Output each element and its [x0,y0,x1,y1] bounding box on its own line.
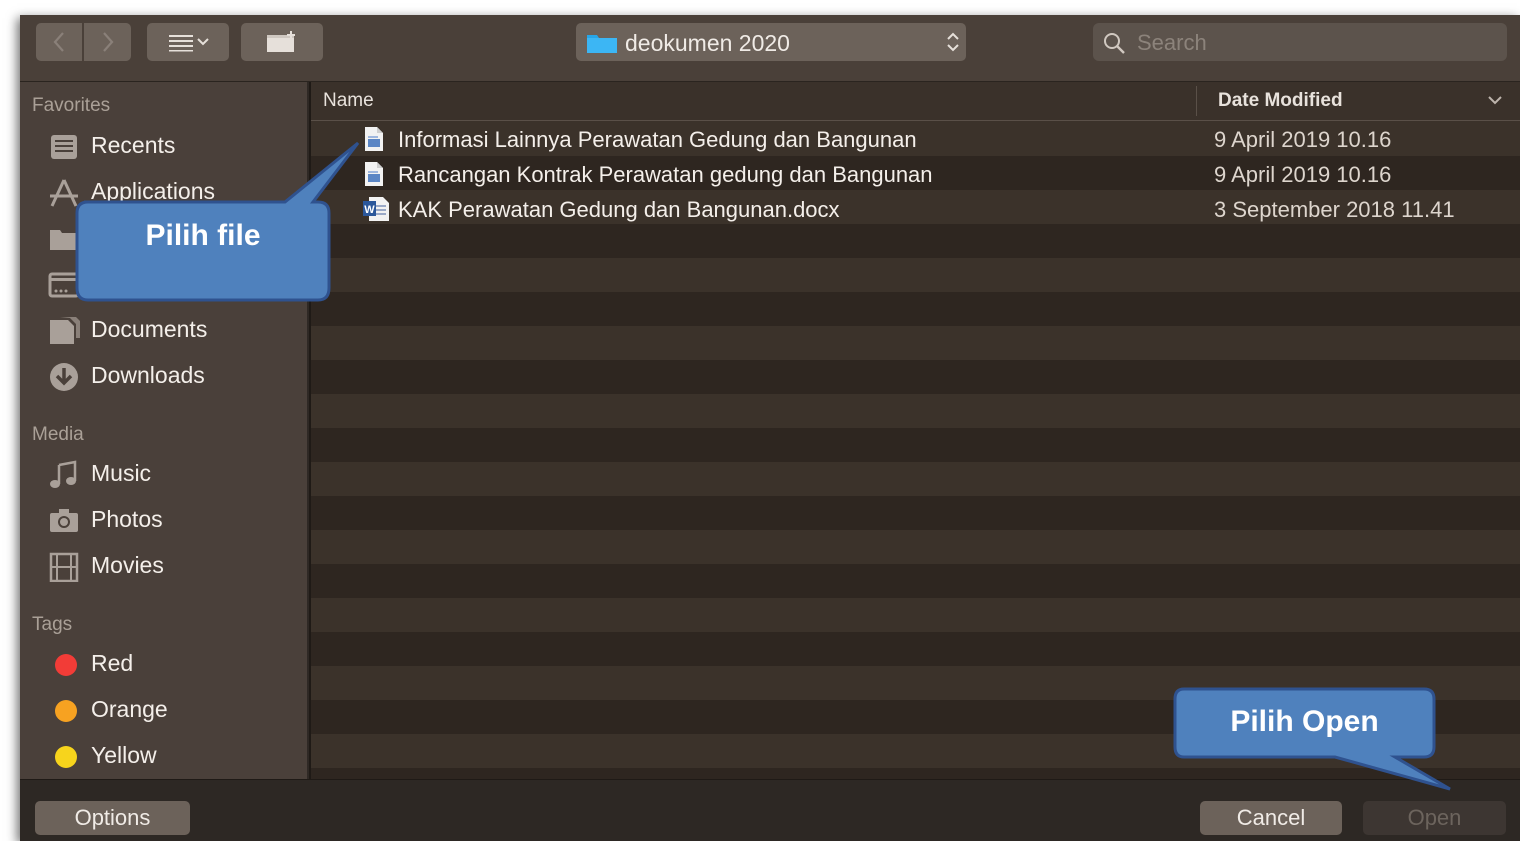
callout-pick-file: Pilih file [145,219,261,252]
callout-pick-open: Pilih Open [1230,705,1379,738]
callout-pick-open-shape [1173,687,1451,791]
